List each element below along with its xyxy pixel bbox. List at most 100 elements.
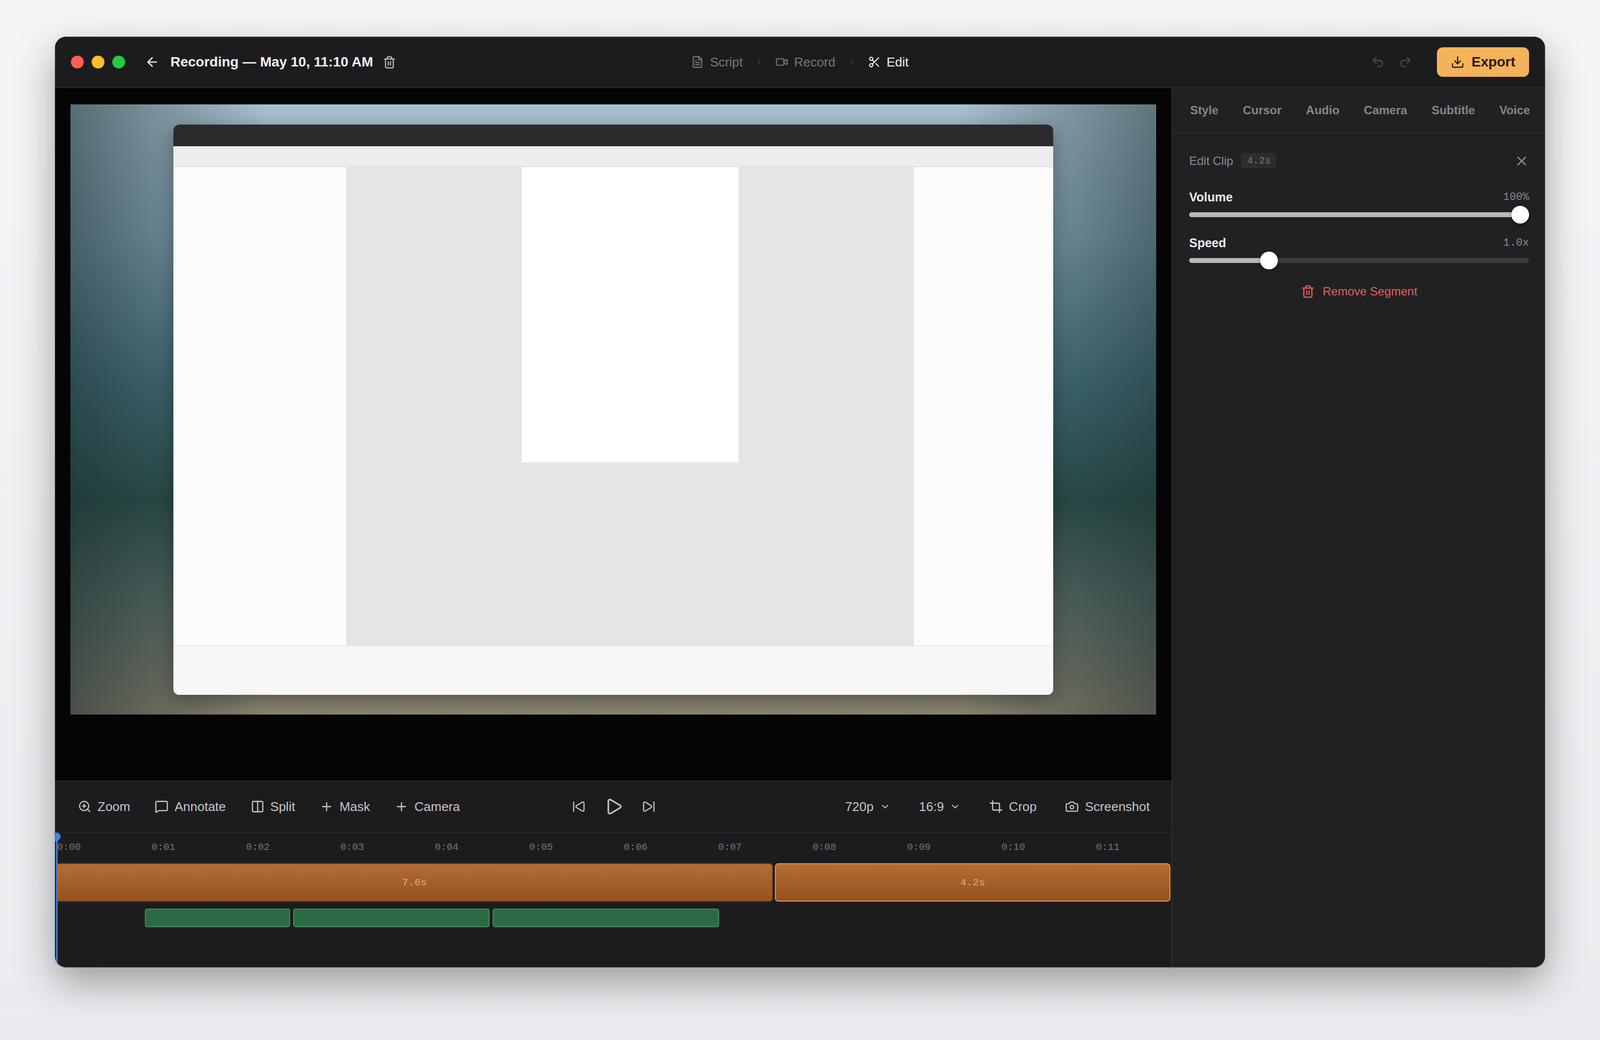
back-arrow-icon[interactable] (144, 54, 160, 70)
app-window: Recording — May 10, 11:10 AM Script Record… (55, 36, 1545, 968)
inspector-tab[interactable]: Subtitle (1431, 103, 1475, 118)
trash-icon[interactable] (382, 55, 397, 69)
slider-track[interactable] (1189, 258, 1530, 264)
trash-icon (1300, 284, 1315, 299)
tool-icon (394, 800, 409, 814)
audio-segment[interactable] (293, 908, 490, 928)
edit-clip-header: Edit Clip 4.2s (1189, 153, 1530, 169)
export-label: Export (1471, 54, 1516, 70)
skip-back-icon (571, 800, 586, 814)
tick-label: 0:08 (812, 841, 837, 854)
close-button[interactable] (70, 55, 84, 69)
recorded-window (173, 124, 1054, 696)
output-group: 720p 16:9 Crop Screenshot (655, 799, 1150, 815)
tool-button[interactable]: Annotate (154, 799, 226, 815)
recorded-canvas (346, 166, 914, 646)
slider-reading: 100% (1502, 191, 1530, 204)
inspector-tab[interactable]: Style (1190, 103, 1219, 118)
inspector-tab[interactable]: Camera (1364, 103, 1408, 118)
chevron-down-icon (949, 801, 961, 813)
slider-thumb[interactable] (1260, 251, 1278, 270)
step-label: Edit (886, 54, 909, 70)
step-tab[interactable]: Edit (867, 54, 909, 70)
editor-body: Zoom Annotate Split Mask Camera 720p 16:9 Crop S… (55, 88, 1545, 968)
slider-header: Speed1.0x (1189, 235, 1530, 251)
tick-label: 0:10 (1001, 841, 1026, 854)
slider-label: Speed (1189, 235, 1227, 251)
slider-label: Volume (1189, 190, 1233, 205)
aspect-ratio-select[interactable]: 16:9 (919, 799, 962, 815)
recorded-mail-strip (173, 645, 1054, 696)
tool-icon (250, 800, 265, 814)
editor-toolbar: Zoom Annotate Split Mask Camera 720p 16:9 Crop S… (55, 780, 1172, 833)
resolution-value: 720p (845, 799, 874, 815)
export-button[interactable]: Export (1436, 47, 1530, 77)
title-right: Export (908, 47, 1530, 77)
edit-clip-title: Edit Clip 4.2s (1189, 153, 1277, 169)
close-icon[interactable] (1514, 153, 1530, 169)
undo-icon[interactable] (1370, 55, 1385, 69)
remove-segment-label: Remove Segment (1322, 284, 1418, 299)
action-button[interactable]: Screenshot (1065, 799, 1150, 815)
action-button[interactable]: Crop (989, 799, 1037, 815)
time-ruler: 0:000:010:020:030:040:050:060:070:080:09… (56, 833, 1171, 864)
tool-button[interactable]: Camera (394, 799, 460, 815)
clip-duration-badge: 4.2s (1240, 153, 1277, 169)
step-nav: Script Record Edit (691, 54, 909, 70)
skip-forward-button[interactable] (641, 800, 656, 814)
title-bar: Recording — May 10, 11:10 AM Script Record… (55, 36, 1545, 89)
step-tab[interactable]: Record (775, 54, 836, 70)
recorded-body (173, 166, 1054, 646)
inspector-tab[interactable]: Voice (1499, 103, 1531, 118)
window-controls (70, 55, 126, 69)
clip-segment[interactable]: 4.2s (774, 863, 1171, 902)
playhead-handle[interactable] (55, 831, 63, 843)
inspector-tabs: Style Cursor Audio Camera Subtitle Voice (1172, 88, 1545, 134)
resolution-select[interactable]: 720p (845, 799, 891, 815)
tool-button[interactable]: Zoom (77, 799, 131, 815)
recording-title: Recording — May 10, 11:10 AM (170, 54, 373, 70)
playback-controls (571, 797, 656, 817)
step-label: Script (709, 54, 743, 70)
tool-button[interactable]: Split (250, 799, 296, 815)
inspector-panel: Style Cursor Audio Camera Subtitle Voice Edit … (1171, 88, 1545, 968)
editor-main: Zoom Annotate Split Mask Camera 720p 16:9 Crop S… (55, 88, 1172, 968)
zoom-button[interactable] (112, 55, 126, 69)
step-icon (691, 55, 704, 69)
audio-segment[interactable] (492, 908, 720, 928)
inspector-tab[interactable]: Cursor (1242, 103, 1282, 118)
recorded-sidebar (173, 166, 347, 646)
tool-label: Zoom (97, 799, 131, 815)
clip-segment[interactable]: 7.6s (56, 863, 773, 902)
tool-group: Zoom Annotate Split Mask Camera (77, 799, 572, 815)
tick-label: 0:03 (340, 841, 365, 854)
slider-fill (1189, 212, 1530, 218)
tool-button[interactable]: Mask (319, 799, 370, 815)
play-button[interactable] (604, 797, 624, 817)
inspector-tab[interactable]: Audio (1305, 103, 1340, 118)
tool-icon (319, 800, 334, 814)
skip-back-button[interactable] (571, 800, 586, 814)
step-label: Record (794, 54, 836, 70)
slider-track[interactable] (1189, 212, 1530, 218)
step-tab[interactable]: Script (691, 54, 743, 70)
desktop: Recording — May 10, 11:10 AM Script Record… (0, 0, 1600, 1040)
tick-label: 0:00 (57, 841, 81, 854)
playhead[interactable] (56, 833, 58, 968)
step-icon (775, 55, 789, 69)
clip-duration: 4.2s (960, 877, 985, 889)
tick-label: 0:09 (906, 841, 931, 854)
tool-icon (154, 800, 169, 814)
audio-segment[interactable] (144, 908, 291, 928)
skip-forward-icon (641, 800, 656, 814)
slider-thumb[interactable] (1511, 205, 1530, 224)
clip-duration: 7.6s (401, 877, 427, 889)
minimize-button[interactable] (91, 55, 105, 69)
recorded-menu-bar (173, 124, 1054, 147)
tick-label: 0:06 (623, 841, 648, 854)
action-icon (989, 800, 1003, 814)
redo-icon[interactable] (1398, 55, 1413, 69)
aspect-ratio-value: 16:9 (919, 799, 945, 815)
edit-clip-label: Edit Clip (1189, 154, 1234, 168)
remove-segment-button[interactable]: Remove Segment (1300, 284, 1418, 299)
